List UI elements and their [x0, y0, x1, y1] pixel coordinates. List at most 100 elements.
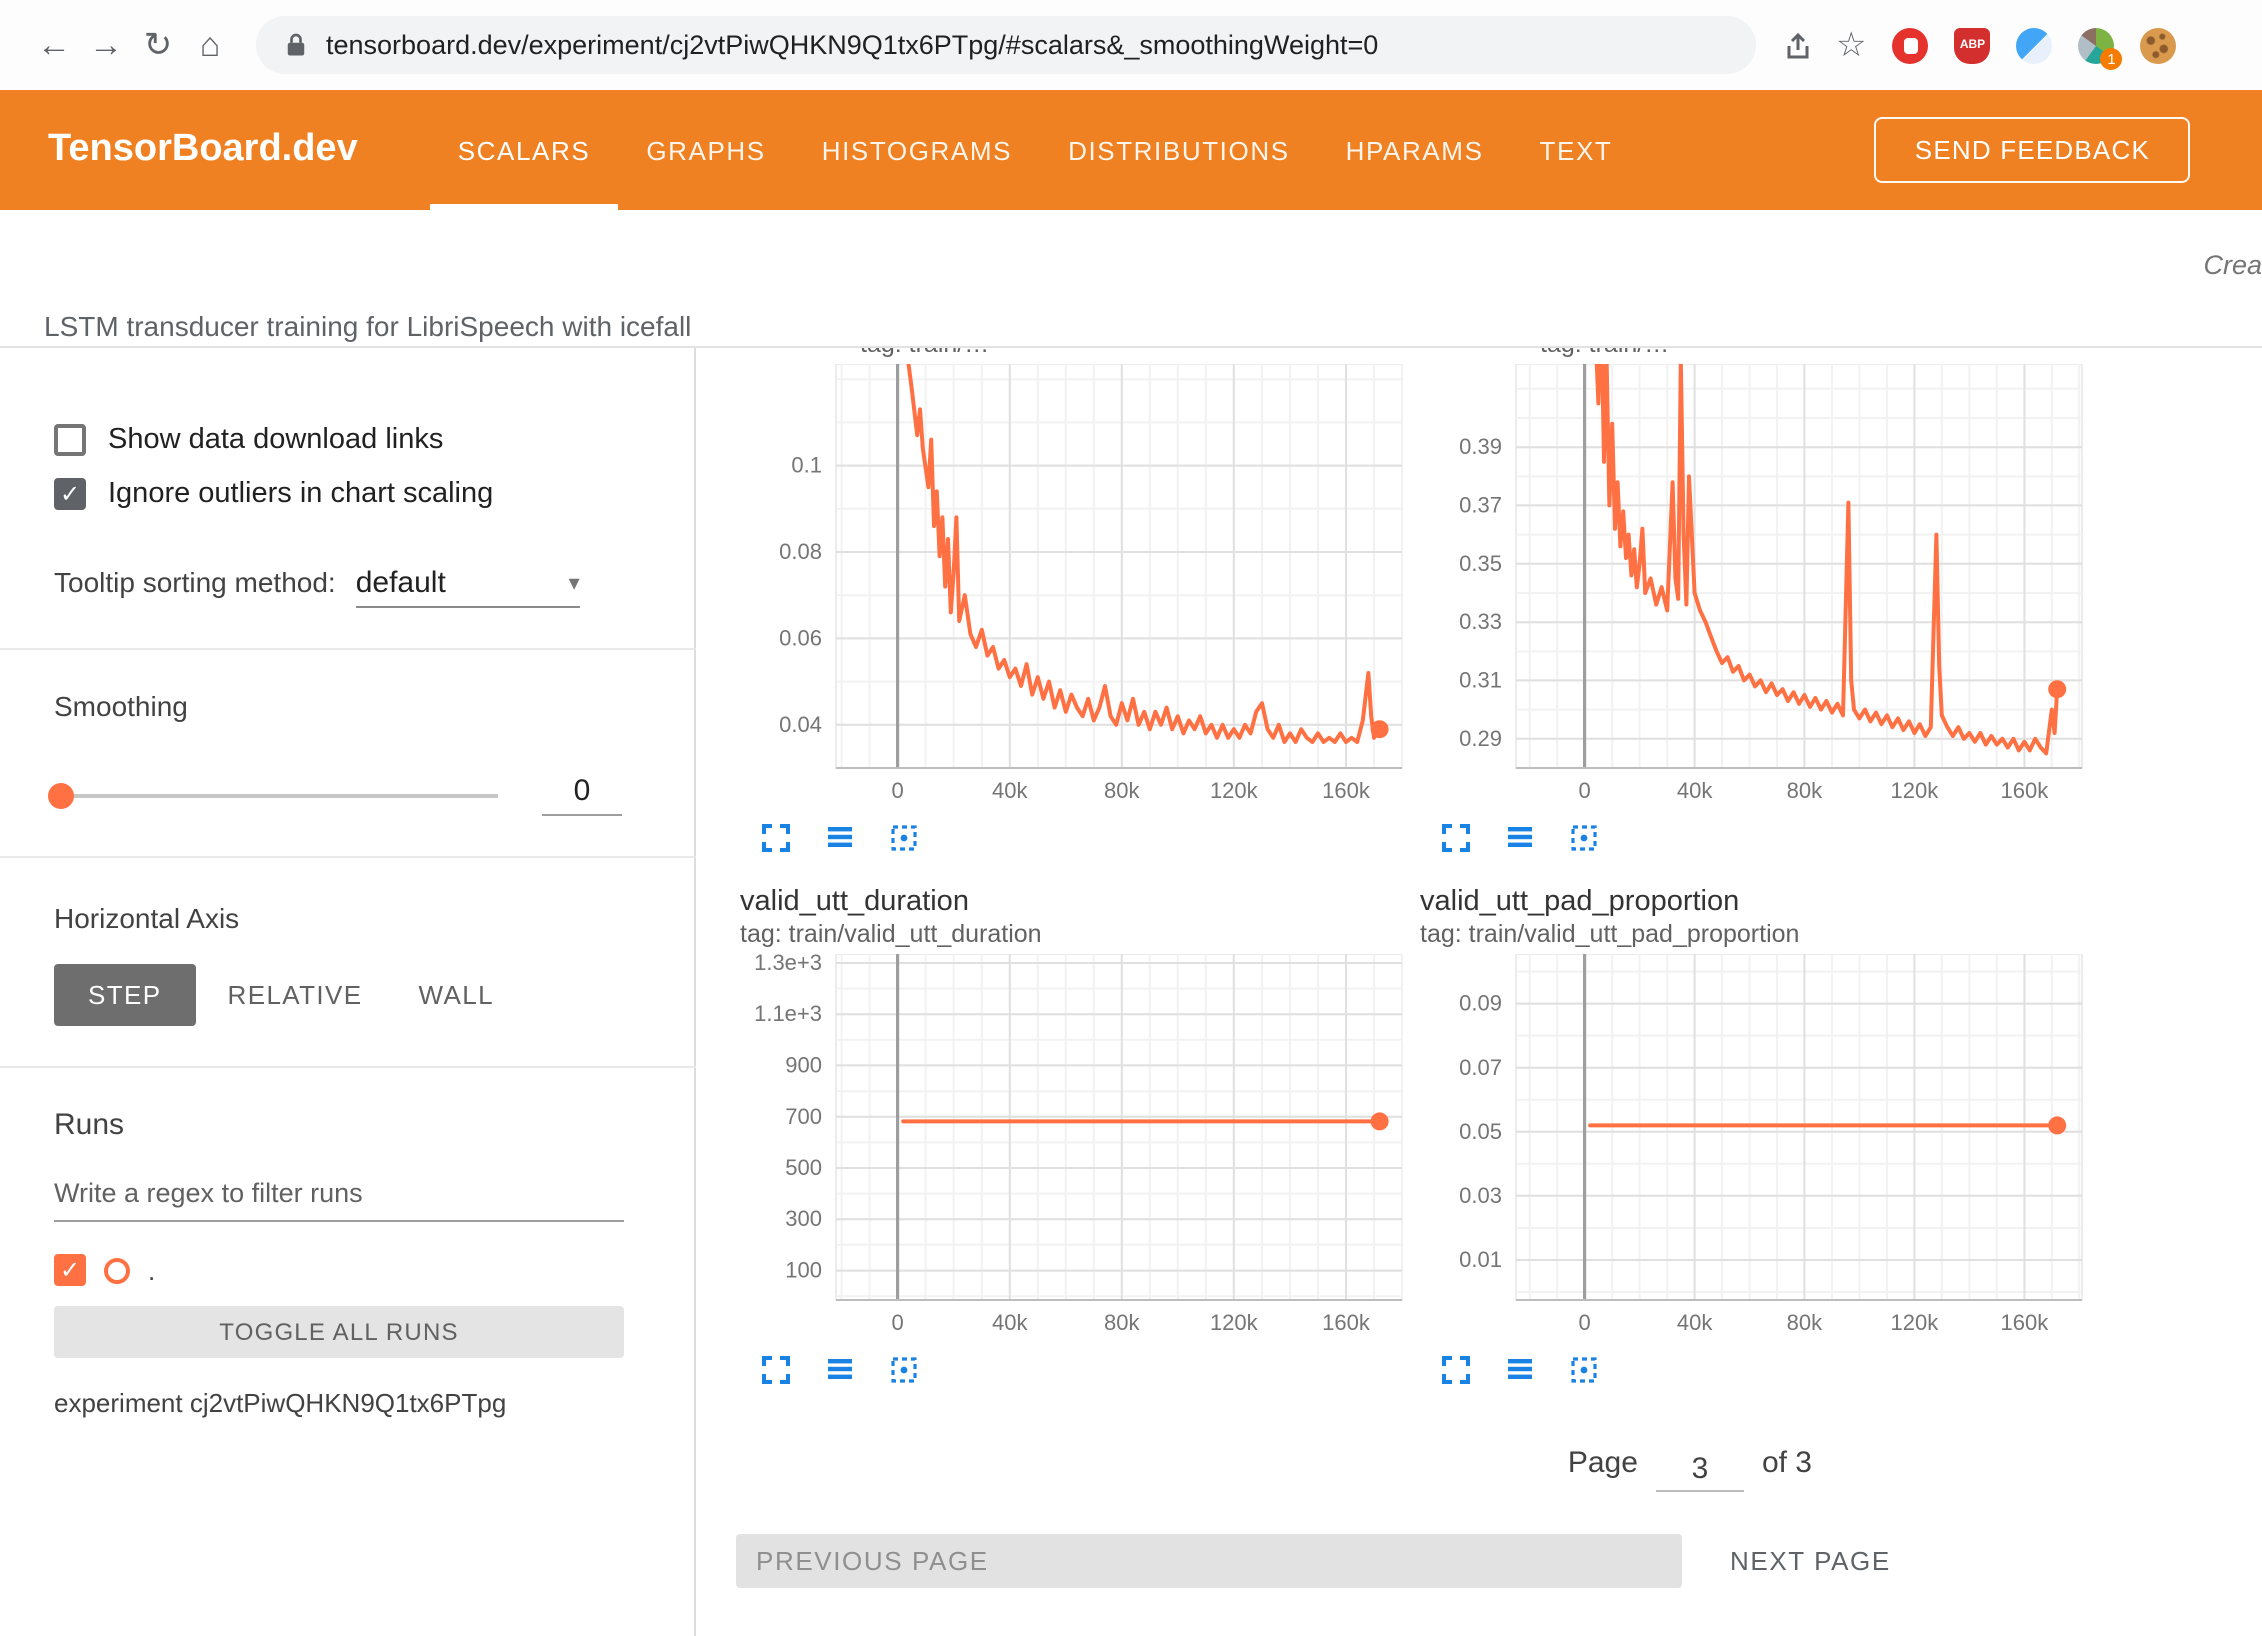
show-download-links-checkbox[interactable]: Show data download links — [54, 424, 622, 456]
smoothing-value-input[interactable]: 0 — [542, 774, 622, 816]
info-bar: Crea LSTM transducer training for LibriS… — [0, 210, 2262, 346]
share-icon[interactable] — [1782, 29, 1814, 61]
send-feedback-button[interactable]: SEND FEEDBACK — [1875, 117, 2190, 183]
svg-text:300: 300 — [785, 1206, 822, 1231]
main-area: Show data download links ✓ Ignore outlie… — [0, 346, 2262, 1636]
line-chart[interactable]: 040k80k120k160k0.290.310.330.350.370.39 — [1416, 364, 2090, 812]
chart-head-clipped: tag: train/… — [736, 348, 1410, 364]
page-label: Page — [1568, 1446, 1638, 1480]
reload-icon[interactable]: ↻ — [132, 25, 184, 65]
log-scale-icon[interactable] — [1504, 1354, 1536, 1386]
svg-text:0: 0 — [1578, 778, 1590, 803]
ignore-outliers-checkbox[interactable]: ✓ Ignore outliers in chart scaling — [54, 478, 622, 510]
chart-card: tag: train/… 040k80k120k160k0.290.310.33… — [1416, 348, 2090, 854]
run-color-swatch — [104, 1257, 130, 1283]
chart-toolbar — [736, 812, 1410, 854]
svg-text:120k: 120k — [1210, 778, 1259, 803]
home-icon[interactable]: ⌂ — [184, 25, 236, 65]
step-button[interactable]: STEP — [54, 964, 196, 1026]
svg-text:0.39: 0.39 — [1459, 434, 1502, 459]
svg-text:100: 100 — [785, 1258, 822, 1283]
chart-tag: tag: train/valid_utt_duration — [740, 920, 1410, 948]
fullscreen-icon[interactable] — [1440, 822, 1472, 854]
tab-distributions[interactable]: DISTRIBUTIONS — [1040, 90, 1318, 210]
svg-text:0: 0 — [891, 778, 903, 803]
settings-sidebar: Show data download links ✓ Ignore outlie… — [0, 348, 696, 1636]
toggle-all-runs-button[interactable]: TOGGLE ALL RUNS — [54, 1306, 624, 1358]
svg-text:1.3e+3: 1.3e+3 — [754, 954, 822, 975]
chart-card: valid_utt_pad_proportion tag: train/vali… — [1416, 882, 2090, 1386]
page-number-input[interactable]: 3 — [1656, 1452, 1744, 1492]
notification-badge: 1 — [2101, 47, 2123, 69]
chart-card: valid_utt_duration tag: train/valid_utt_… — [736, 882, 1410, 1386]
charts-grid: tag: train/… 040k80k120k160k0.040.060.08… — [736, 348, 2262, 1386]
line-chart[interactable]: 040k80k120k160k0.040.060.080.1 — [736, 364, 1410, 812]
page-of-label: of 3 — [1762, 1446, 1812, 1480]
forward-icon[interactable]: → — [80, 25, 132, 65]
adblock-icon[interactable] — [1893, 27, 1929, 63]
relative-button[interactable]: RELATIVE — [204, 964, 387, 1026]
chart-head-clipped: tag: train/… — [1416, 348, 2090, 364]
svg-text:120k: 120k — [1891, 778, 1940, 803]
created-text: Crea — [2203, 250, 2262, 280]
url-text[interactable]: tensorboard.dev/experiment/cj2vtPiwQHKN9… — [326, 30, 1378, 60]
tooltip-sorting-label: Tooltip sorting method: — [54, 566, 336, 598]
slider-thumb[interactable] — [48, 782, 74, 808]
divider — [0, 648, 696, 650]
fit-domain-icon[interactable] — [888, 1354, 920, 1386]
bookmark-star-icon[interactable]: ☆ — [1836, 25, 1867, 65]
line-chart[interactable]: 040k80k120k160k1003005007009001.1e+31.3e… — [736, 954, 1410, 1344]
fullscreen-icon[interactable] — [760, 822, 792, 854]
cookie-icon[interactable] — [2141, 27, 2177, 63]
fullscreen-icon[interactable] — [1440, 1354, 1472, 1386]
app-title: TensorBoard.dev — [48, 90, 358, 210]
chevron-down-icon: ▾ — [569, 570, 580, 596]
pagination: Page 3 of 3 — [696, 1446, 2262, 1486]
checkbox-checked-icon: ✓ — [54, 478, 86, 510]
tooltip-sorting-row: Tooltip sorting method: default ▾ — [54, 566, 622, 608]
chart-title: valid_utt_pad_proportion — [1420, 886, 2090, 918]
abp-icon[interactable]: ABP — [1955, 27, 1991, 63]
runs-filter-input[interactable] — [54, 1170, 624, 1222]
svg-text:40k: 40k — [992, 1310, 1028, 1335]
back-icon[interactable]: ← — [28, 25, 80, 65]
fit-domain-icon[interactable] — [888, 822, 920, 854]
experiment-name: experiment cj2vtPiwQHKN9Q1tx6PTpg — [54, 1388, 622, 1418]
tab-text[interactable]: TEXT — [1512, 90, 1641, 210]
svg-text:0.06: 0.06 — [779, 625, 822, 650]
svg-text:700: 700 — [785, 1104, 822, 1129]
svg-text:160k: 160k — [1322, 1310, 1371, 1335]
divider — [0, 1066, 696, 1068]
log-scale-icon[interactable] — [824, 1354, 856, 1386]
previous-page-button[interactable]: PREVIOUS PAGE — [736, 1534, 1682, 1588]
log-scale-icon[interactable] — [1504, 822, 1536, 854]
chart-toolbar — [1416, 1344, 2090, 1386]
chart-tag: tag: train/… — [1540, 348, 2090, 358]
svg-text:0.05: 0.05 — [1459, 1119, 1502, 1144]
chart-toolbar — [736, 1344, 1410, 1386]
address-bar[interactable]: tensorboard.dev/experiment/cj2vtPiwQHKN9… — [256, 16, 1756, 74]
tab-histograms[interactable]: HISTOGRAMS — [794, 90, 1040, 210]
extension-icon[interactable] — [2017, 27, 2053, 63]
main-nav: SCALARS GRAPHS HISTOGRAMS DISTRIBUTIONS … — [430, 90, 1641, 210]
fullscreen-icon[interactable] — [760, 1354, 792, 1386]
horizontal-axis-buttons: STEP RELATIVE WALL — [54, 964, 622, 1026]
log-scale-icon[interactable] — [824, 822, 856, 854]
line-chart[interactable]: 040k80k120k160k0.010.030.050.070.09 — [1416, 954, 2090, 1344]
run-checkbox[interactable]: ✓ — [54, 1254, 86, 1286]
fit-domain-icon[interactable] — [1568, 1354, 1600, 1386]
svg-text:40k: 40k — [992, 778, 1028, 803]
smoothing-slider[interactable] — [54, 793, 498, 797]
checkbox-unchecked-icon — [54, 424, 86, 456]
tab-scalars[interactable]: SCALARS — [430, 90, 619, 210]
tab-graphs[interactable]: GRAPHS — [618, 90, 793, 210]
page: ← → ↻ ⌂ tensorboard.dev/experiment/cj2vt… — [0, 0, 2262, 1636]
tooltip-sorting-dropdown[interactable]: default ▾ — [356, 566, 580, 608]
wall-button[interactable]: WALL — [395, 964, 518, 1026]
fit-domain-icon[interactable] — [1568, 822, 1600, 854]
svg-text:0.03: 0.03 — [1459, 1183, 1502, 1208]
next-page-button[interactable]: NEXT PAGE — [1718, 1544, 1903, 1578]
profile-avatar[interactable]: 1 — [2079, 27, 2115, 63]
svg-text:0.09: 0.09 — [1459, 991, 1502, 1016]
tab-hparams[interactable]: HPARAMS — [1318, 90, 1512, 210]
